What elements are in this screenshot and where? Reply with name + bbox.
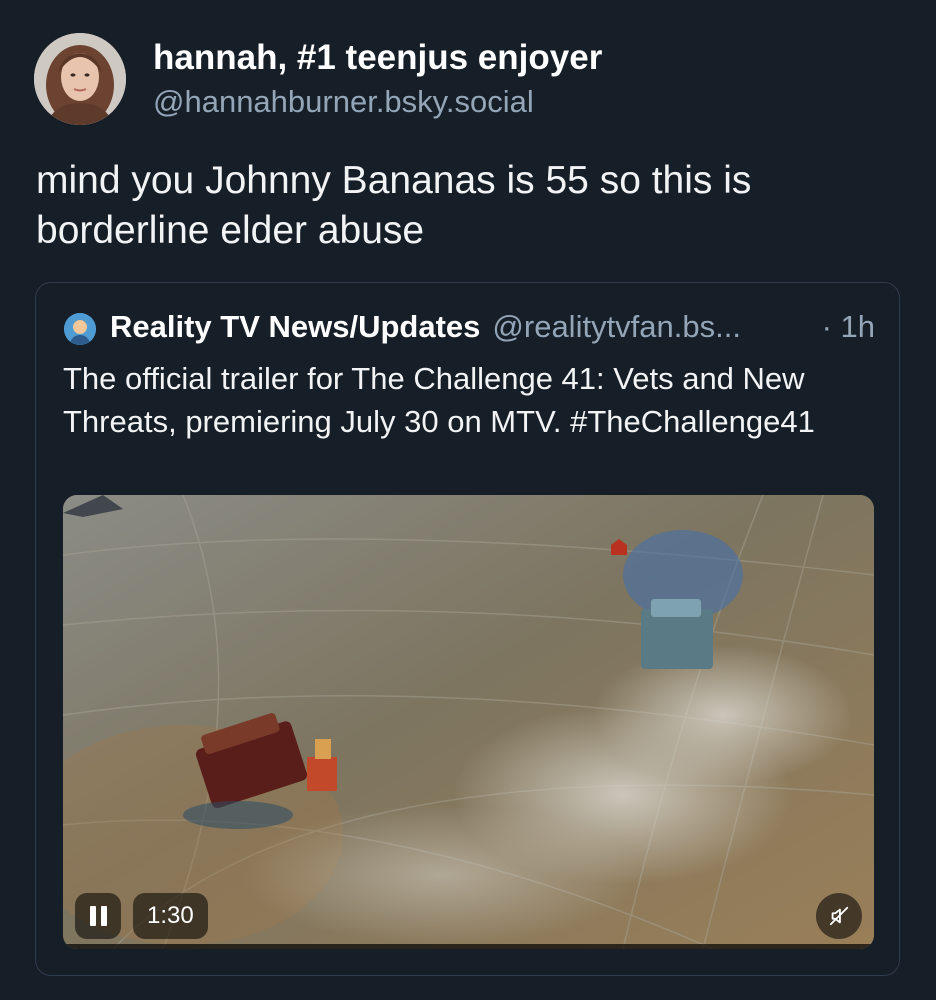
- quoted-post-text: The official trailer for The Challenge 4…: [63, 361, 815, 439]
- quoted-post-header: Reality TV News/Updates @realitytvfan.bs…: [110, 309, 875, 345]
- quoted-author-handle[interactable]: @realitytvfan.bs...: [492, 309, 741, 345]
- pause-button[interactable]: [75, 893, 121, 939]
- quoted-author-name[interactable]: Reality TV News/Updates: [110, 309, 480, 345]
- mute-button[interactable]: [816, 893, 862, 939]
- video-frame: [63, 495, 874, 949]
- author-avatar[interactable]: [34, 33, 126, 125]
- author-display-name[interactable]: hannah, #1 teenjus enjoyer: [153, 38, 602, 78]
- video-duration: 1:30: [133, 893, 208, 939]
- video-player[interactable]: 1:30: [63, 495, 874, 949]
- avatar-icon: [64, 313, 96, 345]
- quoted-author-avatar[interactable]: [64, 313, 96, 345]
- quoted-post-time[interactable]: · 1h: [822, 309, 875, 345]
- author-handle[interactable]: @hannahburner.bsky.social: [153, 84, 534, 120]
- muted-speaker-icon: [829, 906, 849, 926]
- avatar-photo: [34, 33, 126, 125]
- quoted-post-card[interactable]: Reality TV News/Updates @realitytvfan.bs…: [35, 282, 900, 976]
- post-text: mind you Johnny Bananas is 55 so this is…: [36, 159, 752, 252]
- pause-icon: [100, 906, 107, 926]
- video-progress-bar[interactable]: [63, 944, 874, 949]
- pause-icon: [89, 906, 96, 926]
